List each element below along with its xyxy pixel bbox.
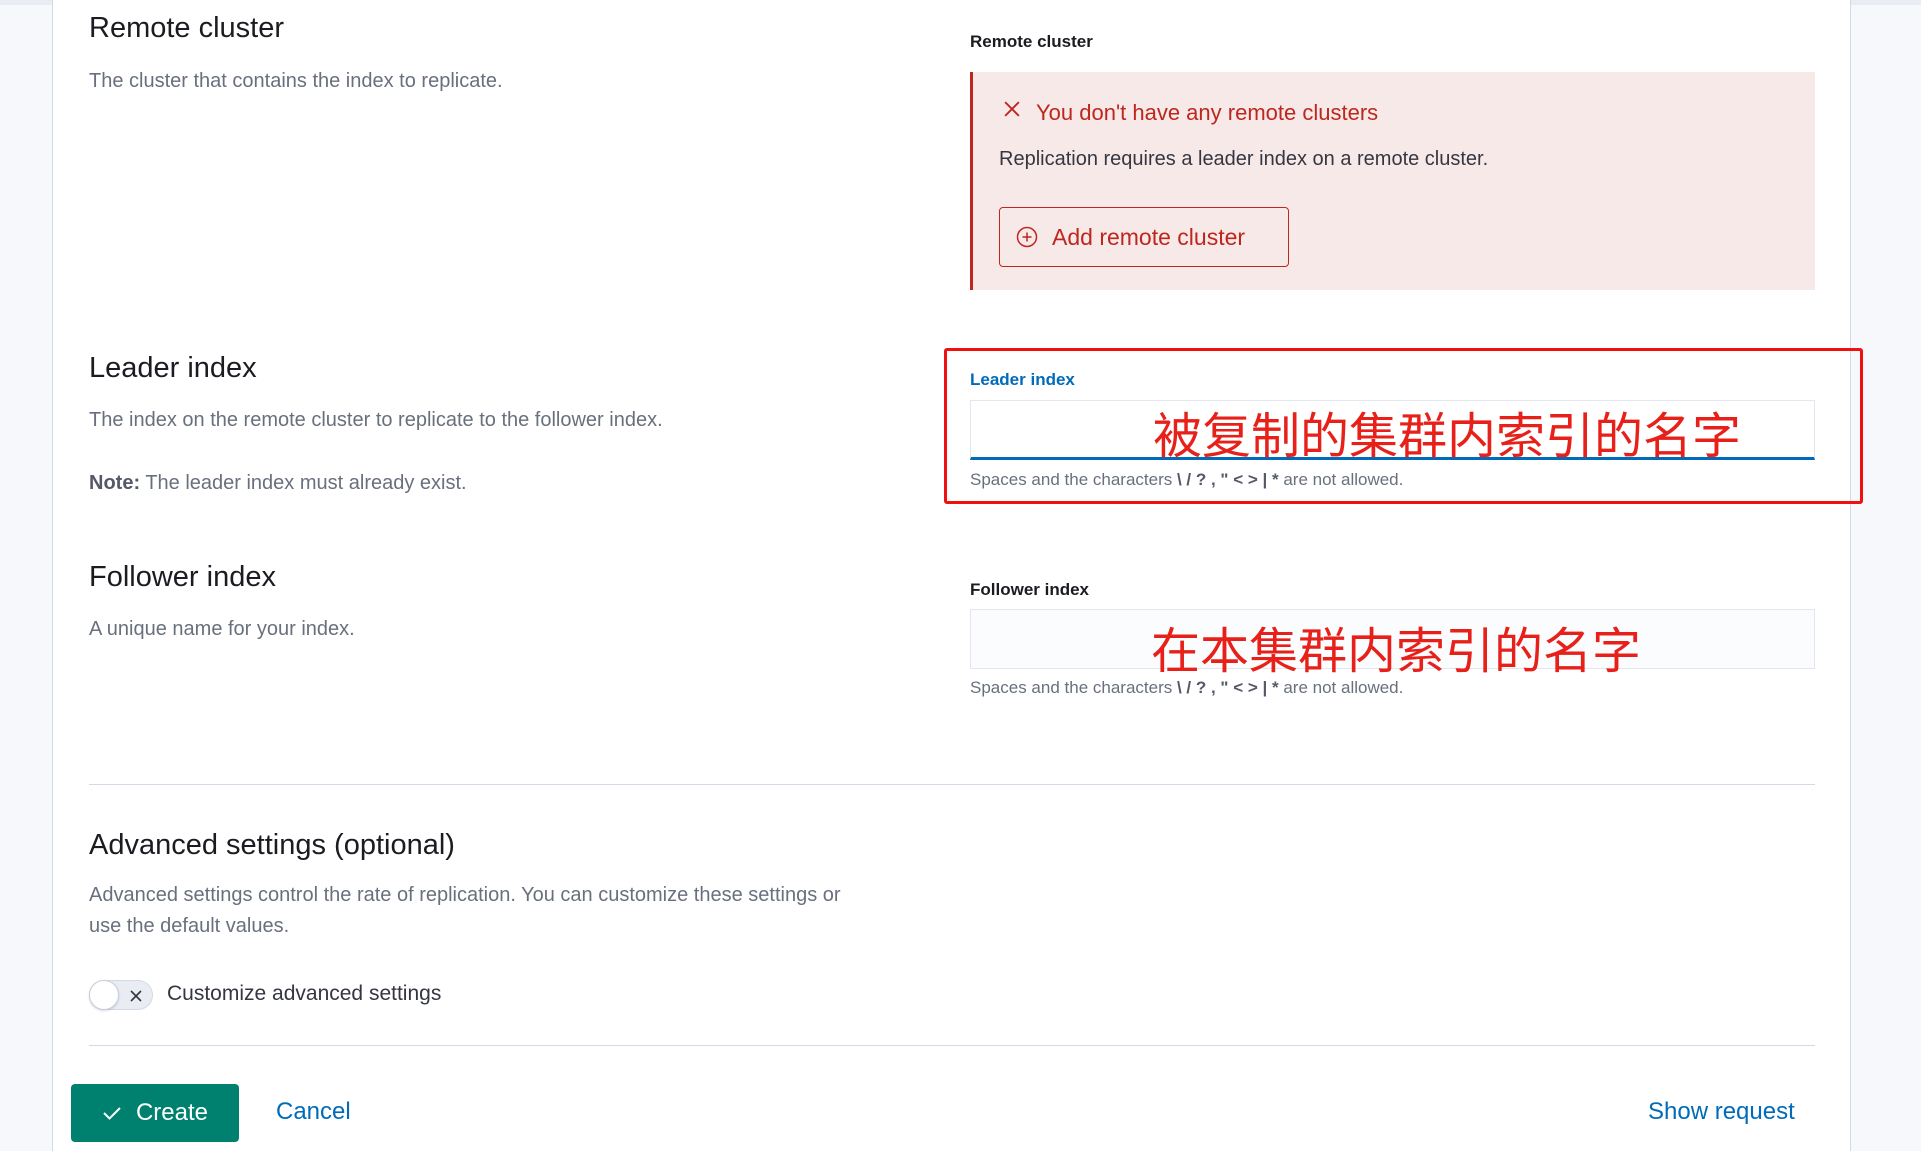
advanced-description-line1: Advanced settings control the rate of re… xyxy=(89,884,841,906)
show-request-link[interactable]: Show request xyxy=(1648,1098,1795,1126)
leader-index-description: The index on the remote cluster to repli… xyxy=(89,409,663,431)
remote-cluster-description: The cluster that contains the index to r… xyxy=(89,70,503,92)
add-remote-cluster-label: Add remote cluster xyxy=(1052,223,1246,250)
advanced-settings-description: Advanced settings control the rate of re… xyxy=(89,880,841,942)
no-remote-clusters-callout: You don't have any remote clusters Repli… xyxy=(970,72,1815,290)
follower-index-title: Follower index xyxy=(89,561,276,593)
follower-index-description: A unique name for your index. xyxy=(89,618,355,640)
leader-index-annotation: 被复制的集群内索引的名字 xyxy=(1153,408,1742,465)
leader-index-title: Leader index xyxy=(89,352,257,384)
toggle-knob xyxy=(89,980,119,1010)
callout-body: Replication requires a leader index on a… xyxy=(999,148,1489,170)
customize-advanced-toggle[interactable] xyxy=(89,980,153,1010)
add-remote-cluster-button[interactable]: Add remote cluster xyxy=(999,207,1289,267)
remote-cluster-field-label: Remote cluster xyxy=(970,32,1093,51)
cancel-link[interactable]: Cancel xyxy=(276,1098,351,1126)
divider xyxy=(89,784,1815,785)
follower-index-annotation: 在本集群内索引的名字 xyxy=(1151,623,1642,680)
note-text: The leader index must already exist. xyxy=(145,472,467,494)
divider xyxy=(89,1045,1815,1046)
callout-title: You don't have any remote clusters xyxy=(1036,100,1379,125)
advanced-settings-title: Advanced settings (optional) xyxy=(89,829,455,861)
plus-in-circle-icon xyxy=(1016,226,1038,248)
follower-help-prefix: Spaces and the characters xyxy=(970,678,1173,697)
check-icon xyxy=(103,1107,121,1120)
toggle-label[interactable]: Customize advanced settings xyxy=(167,982,441,1006)
follower-index-field-label: Follower index xyxy=(970,580,1090,599)
create-button[interactable]: Create xyxy=(71,1084,239,1142)
advanced-description-line2: use the default values. xyxy=(89,915,290,937)
leader-index-note: Note: The leader index must already exis… xyxy=(89,468,467,499)
remote-cluster-title: Remote cluster xyxy=(89,12,285,44)
note-label: Note: xyxy=(89,472,141,494)
create-button-label: Create xyxy=(135,1099,209,1126)
close-icon xyxy=(1004,101,1020,117)
cross-icon xyxy=(130,990,142,1002)
